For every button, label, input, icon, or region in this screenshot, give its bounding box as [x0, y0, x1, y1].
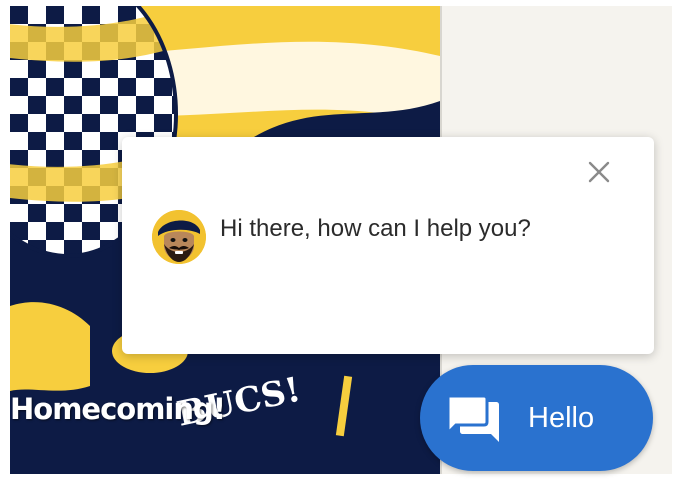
chat-bubbles-icon	[446, 394, 499, 442]
close-icon	[588, 161, 610, 183]
chat-launcher-button[interactable]: Hello	[420, 365, 653, 471]
chat-message: Hi there, how can I help you?	[220, 215, 531, 242]
chat-popup: Hi there, how can I help you?	[122, 137, 654, 354]
pirate-mascot-icon	[152, 210, 206, 264]
banner-caption: Homecoming!	[10, 392, 226, 426]
avatar	[152, 210, 206, 264]
close-button[interactable]	[584, 157, 614, 187]
chat-launcher-label: Hello	[528, 402, 595, 434]
